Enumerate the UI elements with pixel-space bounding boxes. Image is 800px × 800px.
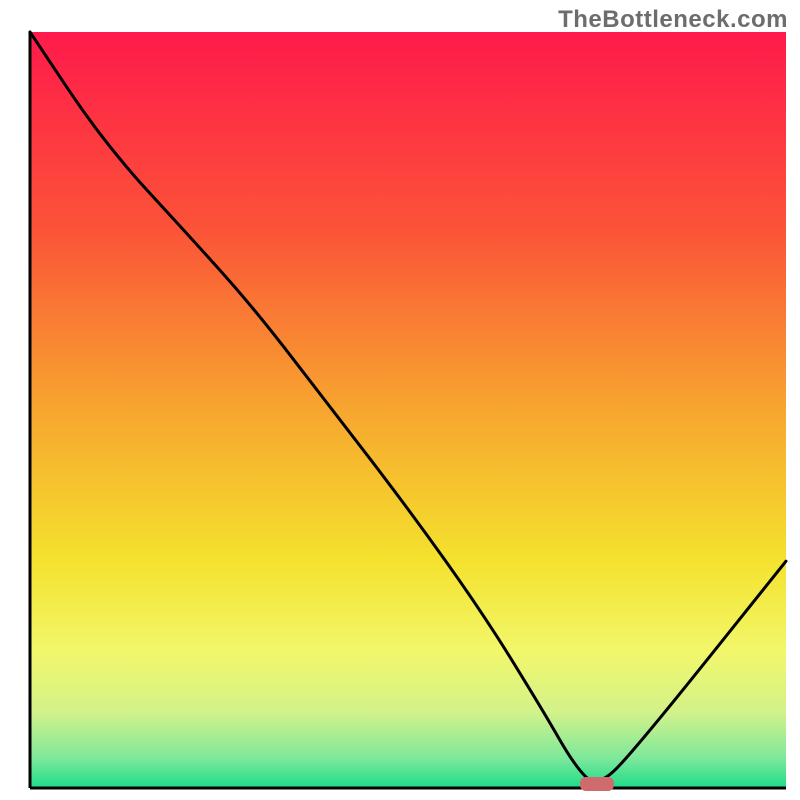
target-marker bbox=[580, 777, 614, 791]
chart-container: { "watermark": "TheBottleneck.com", "cha… bbox=[0, 0, 800, 800]
watermark-text: TheBottleneck.com bbox=[558, 6, 788, 34]
bottleneck-chart bbox=[0, 0, 800, 800]
plot-background bbox=[30, 32, 786, 788]
